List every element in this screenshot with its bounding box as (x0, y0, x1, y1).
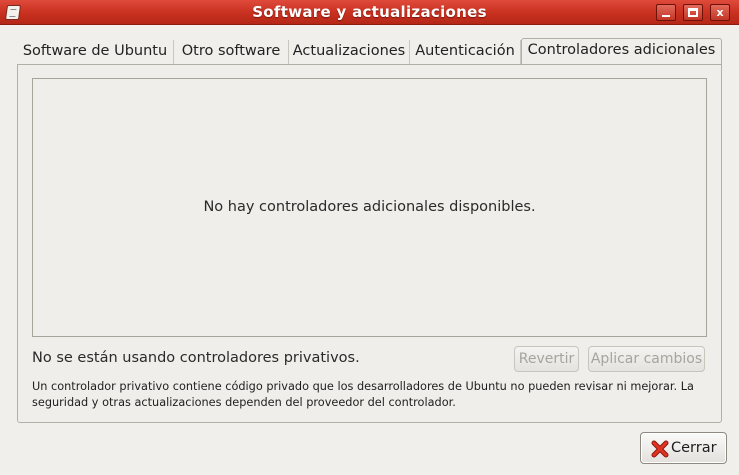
maximize-button[interactable] (683, 4, 703, 21)
apply-changes-button[interactable]: Aplicar cambios (588, 346, 705, 372)
title-bar[interactable]: Software y actualizaciones x (0, 0, 739, 25)
tab-actualizaciones[interactable]: Actualizaciones (289, 40, 410, 65)
minimize-icon (662, 15, 670, 17)
close-button[interactable]: Cerrar (640, 432, 727, 464)
revert-button[interactable]: Revertir (514, 346, 579, 372)
tab-autenticacion[interactable]: Autenticación (410, 40, 521, 65)
tab-software-ubuntu[interactable]: Software de Ubuntu (17, 40, 174, 65)
driver-status-text: No se están usando controladores privati… (32, 350, 360, 366)
window-close-button[interactable]: x (710, 4, 730, 21)
tab-otro-software[interactable]: Otro software (174, 40, 289, 65)
maximize-icon (688, 8, 698, 17)
empty-driver-message: No hay controladores adicionales disponi… (203, 199, 536, 215)
close-icon: x (716, 6, 724, 19)
window-title: Software y actualizaciones (252, 3, 487, 21)
close-button-label: Cerrar (671, 440, 717, 456)
tab-controladores-adicionales[interactable]: Controladores adicionales (521, 38, 722, 66)
driver-list[interactable]: No hay controladores adicionales disponi… (32, 78, 707, 337)
minimize-button[interactable] (656, 4, 676, 21)
driver-info-text: Un controlador privativo contiene código… (32, 380, 694, 409)
cancel-x-icon (651, 440, 669, 458)
